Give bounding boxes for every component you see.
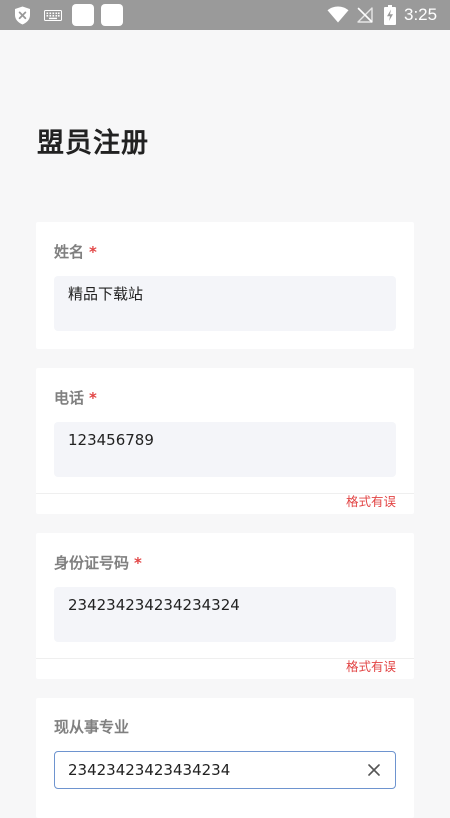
no-signal-icon xyxy=(357,7,373,23)
keyboard-icon xyxy=(44,10,62,21)
app-square-icon xyxy=(72,4,94,26)
error-message: 格式有误 xyxy=(345,494,396,509)
field-label: 身份证号码 * xyxy=(54,553,142,573)
field-card-name: 姓名 * 精品下载站 xyxy=(36,222,414,349)
field-label: 现从事专业 xyxy=(54,717,129,737)
status-bar: 3:25 xyxy=(0,0,450,30)
required-mark: * xyxy=(89,389,97,407)
app-square-icon xyxy=(101,4,123,26)
field-label-text: 身份证号码 xyxy=(54,554,130,572)
profession-input[interactable]: 23423423423434234 xyxy=(54,751,396,789)
battery-charging-icon xyxy=(384,5,396,25)
field-label: 姓名 * xyxy=(54,242,97,262)
status-time: 3:25 xyxy=(404,5,438,24)
wifi-icon xyxy=(327,6,349,23)
input-value: 123456789 xyxy=(68,431,154,449)
field-label-text: 姓名 xyxy=(54,243,85,261)
field-card-phone: 电话 * 123456789 格式有误 xyxy=(36,368,414,514)
field-label: 电话 * xyxy=(54,388,97,408)
name-input[interactable]: 精品下载站 xyxy=(54,276,396,331)
required-mark: * xyxy=(134,554,142,572)
field-card-id-number: 身份证号码 * 234234234234234324 格式有误 xyxy=(36,533,414,679)
input-value: 234234234234234324 xyxy=(68,596,240,614)
field-label-text: 电话 xyxy=(54,389,85,407)
input-value: 23423423423434234 xyxy=(68,761,231,779)
page-title: 盟员注册 xyxy=(37,128,149,159)
error-message: 格式有误 xyxy=(345,659,396,674)
close-icon[interactable] xyxy=(368,764,380,776)
field-label-text: 现从事专业 xyxy=(54,718,130,736)
shield-x-icon xyxy=(14,6,31,25)
field-card-profession: 现从事专业 23423423423434234 xyxy=(36,698,414,818)
phone-input[interactable]: 123456789 xyxy=(54,422,396,477)
id-number-input[interactable]: 234234234234234324 xyxy=(54,587,396,642)
required-mark: * xyxy=(89,243,97,261)
input-value: 精品下载站 xyxy=(68,285,144,303)
